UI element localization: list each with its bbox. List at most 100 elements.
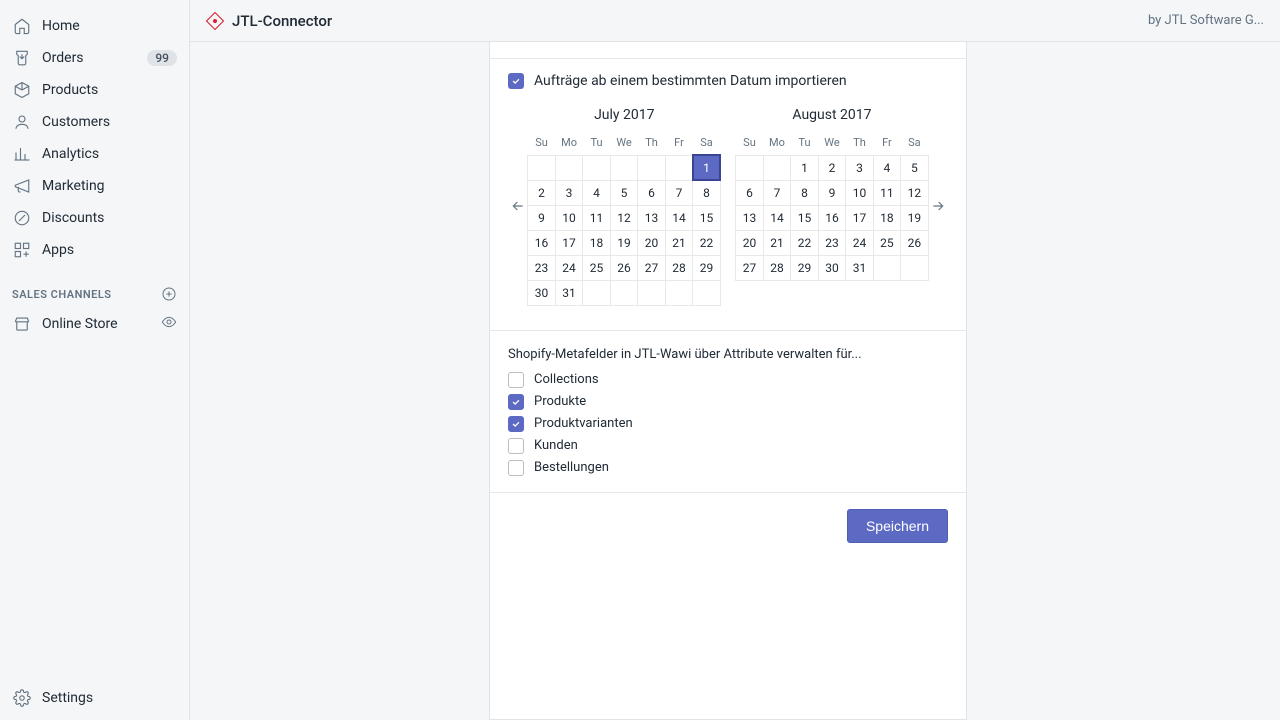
sidebar-item-home[interactable]: Home (0, 10, 189, 42)
calendar-day[interactable]: 13 (638, 205, 665, 230)
calendar-day[interactable]: 4 (583, 180, 610, 205)
calendar-day[interactable]: 23 (528, 255, 555, 280)
calendar-day[interactable]: 22 (791, 230, 818, 255)
calendar-day[interactable]: 24 (555, 255, 583, 280)
calendar-day[interactable]: 9 (528, 205, 555, 230)
view-store-icon[interactable] (161, 314, 177, 334)
calendar-prev-icon[interactable] (508, 196, 527, 216)
calendar-day[interactable]: 2 (818, 155, 846, 180)
sidebar-item-marketing[interactable]: Marketing (0, 170, 189, 202)
analytics-icon (12, 144, 32, 164)
calendar-day[interactable]: 19 (901, 205, 929, 230)
sidebar-item-apps[interactable]: Apps (0, 234, 189, 266)
calendar-day[interactable]: 1 (791, 155, 818, 180)
sidebar-item-orders[interactable]: Orders 99 (0, 42, 189, 74)
calendar-day[interactable]: 15 (791, 205, 818, 230)
calendar-day[interactable]: 26 (610, 255, 638, 280)
calendar-day[interactable]: 25 (583, 255, 610, 280)
calendar-day[interactable]: 21 (665, 230, 692, 255)
calendar-day[interactable]: 7 (665, 180, 692, 205)
calendar-day[interactable]: 18 (873, 205, 900, 230)
metafield-checkbox[interactable] (508, 416, 524, 432)
sidebar-item-label: Home (42, 18, 177, 34)
calendar-day[interactable]: 3 (555, 180, 583, 205)
metafield-checkbox[interactable] (508, 460, 524, 476)
calendar-day[interactable]: 3 (846, 155, 873, 180)
calendar-day[interactable]: 5 (901, 155, 929, 180)
calendar-grid-right[interactable]: SuMoTuWeThFrSa12345678910111213141516171… (735, 131, 928, 281)
calendar-day[interactable]: 9 (818, 180, 846, 205)
calendar-day[interactable]: 15 (693, 205, 721, 230)
calendar-day[interactable]: 16 (818, 205, 846, 230)
app-byline: by JTL Software G... (1148, 13, 1264, 28)
calendar-day[interactable]: 29 (693, 255, 721, 280)
metafield-checkbox[interactable] (508, 394, 524, 410)
calendar-day[interactable]: 17 (555, 230, 583, 255)
metafield-label: Bestellungen (534, 460, 609, 475)
calendar-day[interactable]: 18 (583, 230, 610, 255)
import-from-date-checkbox[interactable] (508, 73, 524, 89)
calendar-month-left-title: July 2017 (527, 107, 721, 131)
calendar-day[interactable]: 14 (763, 205, 791, 230)
calendar-day[interactable]: 22 (693, 230, 721, 255)
calendar-day[interactable]: 12 (610, 205, 638, 230)
calendar-day[interactable]: 23 (818, 230, 846, 255)
calendar-day[interactable]: 30 (818, 255, 846, 280)
calendar-day[interactable]: 6 (638, 180, 665, 205)
calendar-day[interactable]: 1 (693, 155, 721, 180)
calendar-day[interactable]: 2 (528, 180, 555, 205)
calendar-grid-left[interactable]: SuMoTuWeThFrSa12345678910111213141516171… (527, 131, 721, 306)
orders-icon (12, 48, 32, 68)
sidebar-item-online-store[interactable]: Online Store (0, 308, 189, 340)
calendar-day[interactable]: 17 (846, 205, 873, 230)
calendar-day[interactable]: 7 (763, 180, 791, 205)
sidebar: Home Orders 99 Products Customers Analyt… (0, 0, 190, 720)
calendar-month-left: July 2017 SuMoTuWeThFrSa1234567891011121… (527, 107, 721, 306)
calendar-day[interactable]: 4 (873, 155, 900, 180)
calendar-day[interactable]: 8 (693, 180, 721, 205)
sidebar-item-label: Customers (42, 114, 177, 130)
discounts-icon (12, 208, 32, 228)
calendar-day[interactable]: 31 (846, 255, 873, 280)
gear-icon (12, 688, 32, 708)
metafield-checkbox[interactable] (508, 438, 524, 454)
calendar-day[interactable]: 19 (610, 230, 638, 255)
calendar-day[interactable]: 27 (638, 255, 665, 280)
calendar-day[interactable]: 29 (791, 255, 818, 280)
calendar-day[interactable]: 10 (846, 180, 873, 205)
metafield-checkbox[interactable] (508, 372, 524, 388)
calendar-day[interactable]: 16 (528, 230, 555, 255)
calendar-day[interactable]: 21 (763, 230, 791, 255)
calendar-day[interactable]: 27 (736, 255, 763, 280)
calendar-day[interactable]: 14 (665, 205, 692, 230)
calendar-day[interactable]: 28 (665, 255, 692, 280)
calendar-next-icon[interactable] (929, 196, 948, 216)
sidebar-item-products[interactable]: Products (0, 74, 189, 106)
sidebar-item-customers[interactable]: Customers (0, 106, 189, 138)
calendar-day[interactable]: 20 (638, 230, 665, 255)
calendar-day[interactable]: 5 (610, 180, 638, 205)
sidebar-item-analytics[interactable]: Analytics (0, 138, 189, 170)
calendar-day[interactable]: 24 (846, 230, 873, 255)
sidebar-item-discounts[interactable]: Discounts (0, 202, 189, 234)
calendar-day[interactable]: 25 (873, 230, 900, 255)
calendar-day[interactable]: 8 (791, 180, 818, 205)
import-from-date-row: Aufträge ab einem bestimmten Datum impor… (508, 59, 948, 103)
sidebar-item-settings[interactable]: Settings (0, 682, 189, 720)
add-channel-icon[interactable] (161, 286, 177, 302)
calendar-day[interactable]: 31 (555, 280, 583, 305)
calendar-day[interactable]: 30 (528, 280, 555, 305)
calendar-day[interactable]: 12 (901, 180, 929, 205)
calendar-day[interactable]: 11 (583, 205, 610, 230)
metafield-option: Collections (508, 372, 948, 388)
calendar-day[interactable]: 13 (736, 205, 763, 230)
calendar-day[interactable]: 10 (555, 205, 583, 230)
calendar-day[interactable]: 20 (736, 230, 763, 255)
home-icon (12, 16, 32, 36)
calendar-day[interactable]: 6 (736, 180, 763, 205)
calendar-day[interactable]: 26 (901, 230, 929, 255)
sidebar-item-label: Orders (42, 50, 147, 66)
save-button[interactable]: Speichern (847, 509, 948, 543)
calendar-day[interactable]: 28 (763, 255, 791, 280)
calendar-day[interactable]: 11 (873, 180, 900, 205)
